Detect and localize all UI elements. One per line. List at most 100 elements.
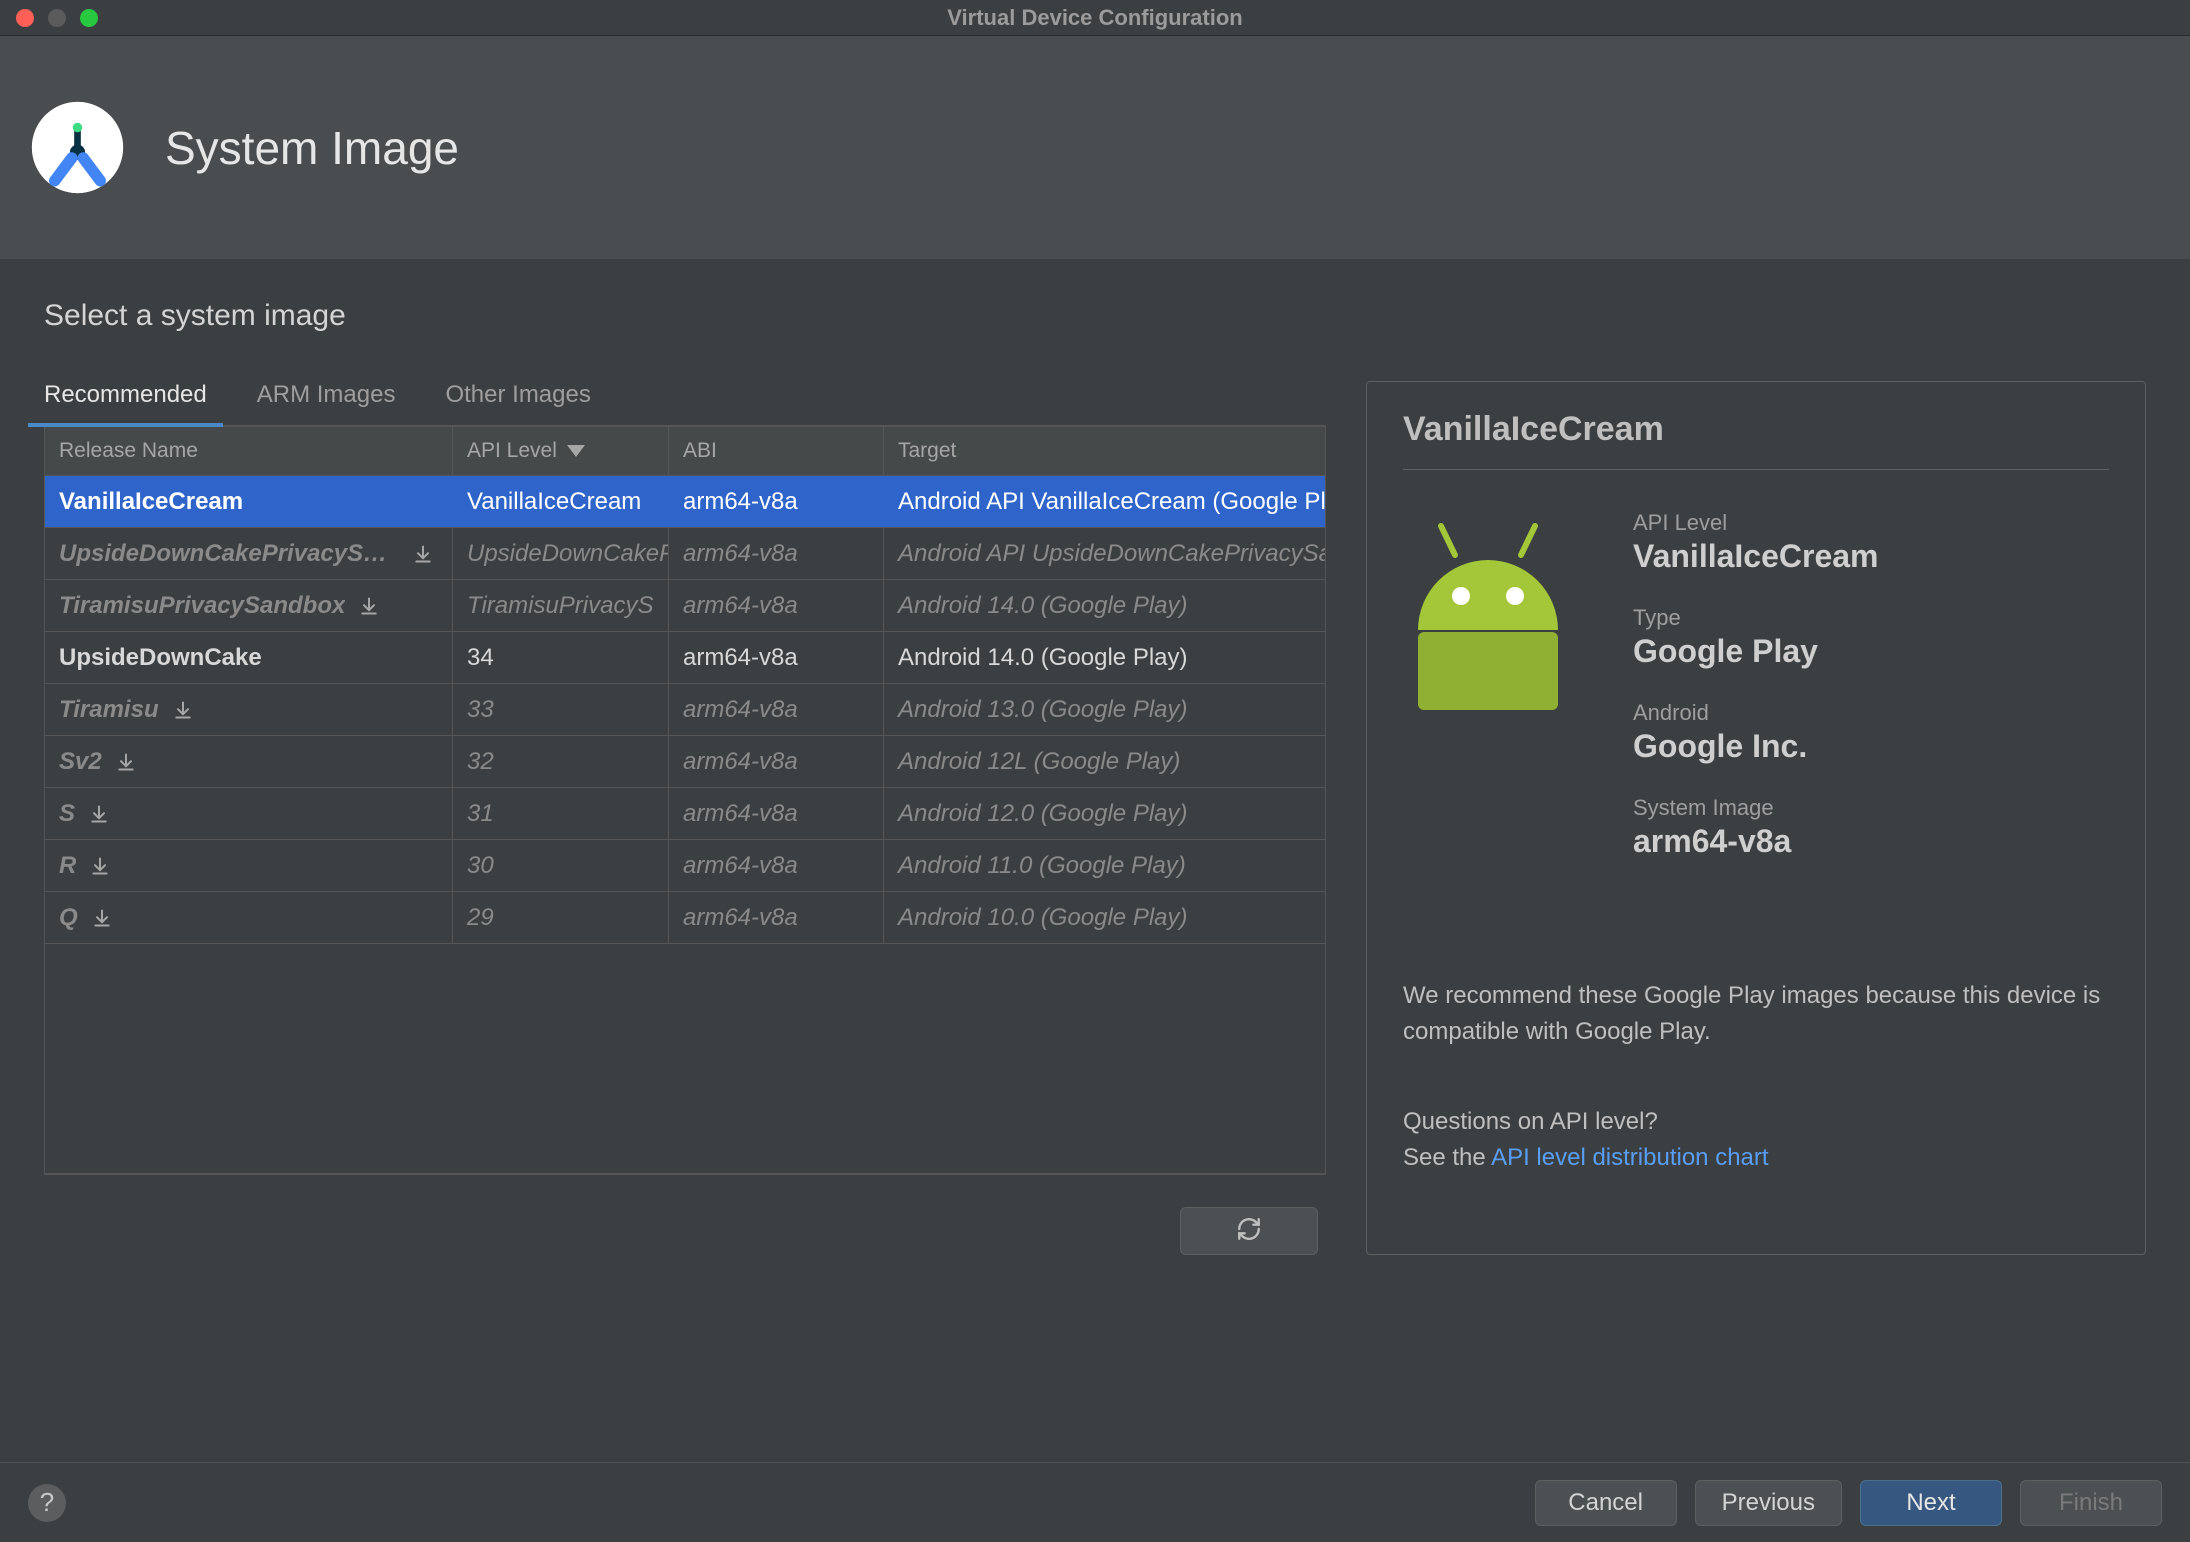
sort-desc-icon xyxy=(567,439,585,463)
table-row[interactable]: Q29arm64-v8aAndroid 10.0 (Google Play) xyxy=(45,892,1325,944)
cell-api: 30 xyxy=(453,840,669,891)
detail-fields: API Level VanillaIceCream Type Google Pl… xyxy=(1633,510,2109,890)
release-name-text: Sv2 xyxy=(59,748,102,776)
cell-target: Android 14.0 (Google Play) xyxy=(884,580,1325,631)
release-name-text: R xyxy=(59,852,76,880)
android-studio-logo-icon xyxy=(30,100,125,195)
cell-abi: arm64-v8a xyxy=(669,736,884,787)
detail-sysimg-label: System Image xyxy=(1633,795,2109,821)
detail-note: We recommend these Google Play images be… xyxy=(1403,978,2109,1050)
close-window-icon[interactable] xyxy=(16,9,34,27)
help-button[interactable]: ? xyxy=(28,1484,66,1522)
window-controls xyxy=(0,9,98,27)
cell-api: VanillaIceCream xyxy=(453,476,669,527)
cell-release: UpsideDownCakePrivacySandbox xyxy=(45,528,453,579)
cancel-button[interactable]: Cancel xyxy=(1535,1480,1677,1526)
cell-target: Android 11.0 (Google Play) xyxy=(884,840,1325,891)
detail-question: Questions on API level? xyxy=(1403,1104,2109,1140)
tab-arm-images[interactable]: ARM Images xyxy=(257,381,396,425)
help-icon: ? xyxy=(40,1487,54,1518)
footer: ? Cancel Previous Next Finish xyxy=(0,1462,2190,1542)
detail-sysimg-value: arm64-v8a xyxy=(1633,823,2109,860)
maximize-window-icon[interactable] xyxy=(80,9,98,27)
cell-release: UpsideDownCake xyxy=(45,632,453,683)
cell-abi: arm64-v8a xyxy=(669,580,884,631)
cell-abi: arm64-v8a xyxy=(669,840,884,891)
cell-abi: arm64-v8a xyxy=(669,892,884,943)
cell-api: 32 xyxy=(453,736,669,787)
detail-title: VanillaIceCream xyxy=(1403,410,2109,470)
window-title: Virtual Device Configuration xyxy=(0,5,2190,31)
download-icon[interactable] xyxy=(92,908,112,928)
cell-abi: arm64-v8a xyxy=(669,528,884,579)
release-name-text: UpsideDownCake xyxy=(59,644,262,672)
cell-target: Android 12.0 (Google Play) xyxy=(884,788,1325,839)
page-title: System Image xyxy=(165,121,459,175)
cell-release: R xyxy=(45,840,453,891)
cell-abi: arm64-v8a xyxy=(669,476,884,527)
finish-button: Finish xyxy=(2020,1480,2162,1526)
detail-api-value: VanillaIceCream xyxy=(1633,538,2109,575)
left-pane: Recommended ARM Images Other Images Rele… xyxy=(44,381,1326,1255)
download-icon[interactable] xyxy=(413,544,433,564)
content: Select a system image Recommended ARM Im… xyxy=(0,259,2190,1255)
release-name-text: VanillaIceCream xyxy=(59,488,243,516)
cell-abi: arm64-v8a xyxy=(669,632,884,683)
release-name-text: UpsideDownCakePrivacySandbox xyxy=(59,540,399,568)
next-button[interactable]: Next xyxy=(1860,1480,2002,1526)
col-release-name[interactable]: Release Name xyxy=(45,427,453,475)
table-row[interactable]: Tiramisu 33arm64-v8aAndroid 13.0 (Google … xyxy=(45,684,1325,736)
table-row[interactable]: UpsideDownCakePrivacySandbox UpsideDownCa… xyxy=(45,528,1325,580)
download-icon[interactable] xyxy=(116,752,136,772)
table-row[interactable]: TiramisuPrivacySandboxTiramisuPrivacySar… xyxy=(45,580,1325,632)
previous-button[interactable]: Previous xyxy=(1695,1480,1842,1526)
col-target[interactable]: Target xyxy=(884,427,1325,475)
col-api-level[interactable]: API Level xyxy=(453,427,669,475)
download-icon[interactable] xyxy=(89,804,109,824)
cell-release: Tiramisu xyxy=(45,684,453,735)
cell-abi: arm64-v8a xyxy=(669,684,884,735)
release-name-text: TiramisuPrivacySandbox xyxy=(59,592,345,620)
release-name-text: S xyxy=(59,800,75,828)
header: System Image xyxy=(0,36,2190,259)
detail-android-label: Android xyxy=(1633,700,2109,726)
cell-api: UpsideDownCakePS xyxy=(453,528,669,579)
cell-target: Android 10.0 (Google Play) xyxy=(884,892,1325,943)
cell-api: 31 xyxy=(453,788,669,839)
detail-see-prefix: See the xyxy=(1403,1144,1491,1171)
table-row[interactable]: VanillaIceCreamVanillaIceCreamarm64-v8aA… xyxy=(45,476,1325,528)
table-row[interactable]: UpsideDownCake 34arm64-v8aAndroid 14.0 (G… xyxy=(45,632,1325,684)
cell-release: VanillaIceCream xyxy=(45,476,453,527)
detail-panel: VanillaIceCream xyxy=(1366,381,2146,1255)
detail-type-value: Google Play xyxy=(1633,633,2109,670)
detail-type-label: Type xyxy=(1633,605,2109,631)
detail-api-label: API Level xyxy=(1633,510,2109,536)
download-icon[interactable] xyxy=(90,856,110,876)
tabs: Recommended ARM Images Other Images xyxy=(44,381,1326,426)
cell-release: Q xyxy=(45,892,453,943)
api-distribution-link[interactable]: API level distribution chart xyxy=(1491,1144,1768,1171)
cell-api: 33 xyxy=(453,684,669,735)
cell-target: Android API VanillaIceCream (Google Play… xyxy=(884,476,1325,527)
table-row[interactable]: S31arm64-v8aAndroid 12.0 (Google Play) xyxy=(45,788,1325,840)
tab-other-images[interactable]: Other Images xyxy=(445,381,590,425)
cell-target: Android 14.0 (Google Play) xyxy=(884,632,1325,683)
cell-target: Android API UpsideDownCakePrivacySandbox xyxy=(884,528,1325,579)
minimize-window-icon[interactable] xyxy=(48,9,66,27)
col-abi[interactable]: ABI xyxy=(669,427,884,475)
table-header: Release Name API Level ABI Target xyxy=(45,427,1325,476)
android-logo-icon xyxy=(1403,510,1573,890)
cell-release: S xyxy=(45,788,453,839)
tab-recommended[interactable]: Recommended xyxy=(44,381,207,425)
download-icon[interactable] xyxy=(359,596,379,616)
table-row[interactable]: Sv232arm64-v8aAndroid 12L (Google Play) xyxy=(45,736,1325,788)
refresh-button[interactable] xyxy=(1180,1207,1318,1255)
table-empty-area xyxy=(45,944,1325,1174)
cell-target: Android 13.0 (Google Play) xyxy=(884,684,1325,735)
release-name-text: Tiramisu xyxy=(59,696,159,724)
cell-release: TiramisuPrivacySandbox xyxy=(45,580,453,631)
download-icon[interactable] xyxy=(173,700,193,720)
refresh-icon xyxy=(1236,1216,1262,1247)
cell-api: 34 xyxy=(453,632,669,683)
table-row[interactable]: R 30arm64-v8aAndroid 11.0 (Google Play) xyxy=(45,840,1325,892)
